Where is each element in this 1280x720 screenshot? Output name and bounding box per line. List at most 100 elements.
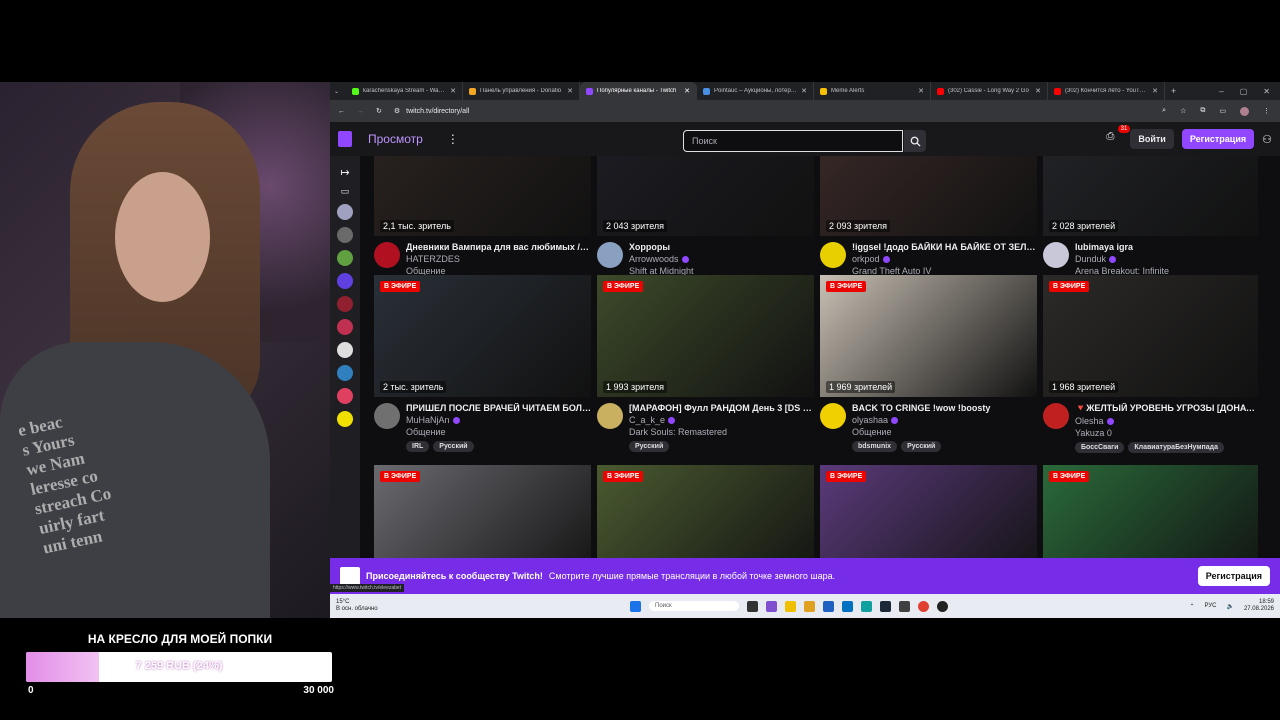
stream-card[interactable]: В ЭФИРЕ 1 993 зрителя [МАРАФОН] Фулл РАНД… bbox=[597, 275, 814, 453]
channel-name[interactable]: orkpod bbox=[852, 254, 880, 264]
stream-card[interactable]: В ЭФИРЕ 1 968 зрителей 🔻ЖЕЛТЫЙ УРОВЕНЬ УГ… bbox=[1043, 275, 1258, 453]
channel-name[interactable]: HATERZDES bbox=[406, 254, 460, 264]
channel-name[interactable]: C_a_k_e bbox=[629, 415, 665, 425]
channel-name[interactable]: MuHaNjAn bbox=[406, 415, 450, 425]
tag[interactable]: IRL bbox=[406, 441, 430, 452]
new-tab-icon[interactable]: + bbox=[1171, 86, 1176, 96]
browser-tab[interactable]: Панель управления - Donatio ✕ bbox=[463, 82, 580, 100]
menu-icon[interactable]: ⋮ bbox=[1263, 107, 1270, 116]
expand-sidebar-icon[interactable]: ↦ bbox=[340, 166, 349, 179]
browser-tab[interactable]: Meme Alerts ✕ bbox=[814, 82, 931, 100]
channel-avatar[interactable] bbox=[1043, 403, 1069, 429]
game-name[interactable]: Yakuza 0 bbox=[1075, 428, 1258, 438]
stream-title[interactable]: lubimaya igra bbox=[1075, 242, 1258, 252]
channel-avatar[interactable] bbox=[374, 242, 400, 268]
channel-name[interactable]: Dunduk bbox=[1075, 254, 1106, 264]
game-name[interactable]: Dark Souls: Remastered bbox=[629, 427, 814, 437]
stream-thumbnail[interactable]: В ЭФИРЕ bbox=[820, 465, 1037, 558]
language-indicator[interactable]: РУС bbox=[1204, 603, 1216, 609]
stream-card[interactable]: 2 028 зрителей lubimaya igra Dunduk Aren… bbox=[1043, 156, 1258, 291]
signup-button[interactable]: Регистрация bbox=[1181, 129, 1255, 149]
profile-avatar[interactable] bbox=[1240, 106, 1249, 116]
store-icon[interactable] bbox=[766, 600, 777, 612]
shield-icon[interactable] bbox=[899, 600, 910, 612]
sidebar-channel-8[interactable] bbox=[337, 365, 353, 381]
game-name[interactable]: Общение bbox=[852, 427, 1037, 437]
search-button[interactable] bbox=[904, 130, 926, 152]
tag[interactable]: Русский bbox=[629, 441, 670, 452]
stream-card[interactable]: В ЭФИРЕ bbox=[820, 465, 1037, 558]
channel-name[interactable]: Arrowwoods bbox=[629, 254, 679, 264]
stream-thumbnail[interactable]: В ЭФИРЕ 1 993 зрителя bbox=[597, 275, 814, 397]
clock[interactable]: 18:59 27.08.2026 bbox=[1244, 599, 1274, 613]
maximize-icon[interactable]: ▢ bbox=[1240, 87, 1248, 96]
tab-close-icon[interactable]: ✕ bbox=[918, 87, 924, 95]
reload-icon[interactable]: ↻ bbox=[376, 107, 382, 115]
stream-title[interactable]: [МАРАФОН] Фулл РАНДОМ День 3 [DS 1] ... bbox=[629, 403, 814, 413]
stream-thumbnail[interactable]: В ЭФИРЕ 2 тыс. зритель bbox=[374, 275, 591, 397]
stream-title[interactable]: BACK TO CRINGE !wow !boosty bbox=[852, 403, 1037, 413]
channel-avatar[interactable] bbox=[374, 403, 400, 429]
stream-thumbnail[interactable]: В ЭФИРЕ bbox=[597, 465, 814, 558]
zoom-icon[interactable]: ⌕ bbox=[1162, 107, 1166, 116]
volume-icon[interactable]: 🔈 bbox=[1226, 603, 1233, 610]
taskbar-search[interactable]: Поиск bbox=[649, 601, 739, 611]
task-view-icon[interactable] bbox=[747, 600, 758, 612]
extensions-icon[interactable]: ⧉ bbox=[1200, 107, 1205, 116]
browser-tab[interactable]: Pointauc – Аукционы, лотереи ✕ bbox=[697, 82, 814, 100]
stream-title[interactable]: Хорроры bbox=[629, 242, 814, 252]
stream-title[interactable]: !iggsel !додо БАЙКИ НА БАЙКЕ ОТ ЗЕЛЁН... bbox=[852, 242, 1037, 252]
sidebar-channel-4[interactable] bbox=[337, 273, 353, 289]
stream-card[interactable]: 2 043 зрителя Хорроры Arrowwoods Shift a… bbox=[597, 156, 814, 291]
stream-card[interactable]: 2,1 тыс. зритель Дневники Вампира для ва… bbox=[374, 156, 591, 291]
sidebar-channel-9[interactable] bbox=[337, 388, 353, 404]
tab-close-icon[interactable]: ✕ bbox=[450, 87, 456, 95]
bookmark-star-icon[interactable]: ☆ bbox=[1180, 107, 1186, 116]
user-icon[interactable]: ⚇ bbox=[1262, 133, 1272, 146]
steam-icon[interactable] bbox=[880, 600, 891, 612]
stream-card[interactable]: В ЭФИРЕ 2 тыс. зритель ПРИШЕЛ ПОСЛЕ ВРАЧЕ… bbox=[374, 275, 591, 453]
browse-link[interactable]: Просмотр bbox=[368, 132, 423, 146]
tab-close-icon[interactable]: ✕ bbox=[684, 87, 690, 95]
stream-title[interactable]: ПРИШЕЛ ПОСЛЕ ВРАЧЕЙ ЧИТАЕМ БОЛЯ... bbox=[406, 403, 591, 413]
weather-widget[interactable]: 15°C В осн. облачно bbox=[336, 599, 378, 613]
stream-thumbnail[interactable]: 2,1 тыс. зритель bbox=[374, 156, 591, 236]
channel-avatar[interactable] bbox=[820, 403, 846, 429]
video-camera-icon[interactable]: ▭ bbox=[341, 186, 350, 197]
explorer-icon[interactable] bbox=[785, 600, 796, 612]
stream-card[interactable]: В ЭФИРЕ bbox=[1043, 465, 1258, 558]
tag[interactable]: Русский bbox=[901, 441, 942, 452]
tab-list-icon[interactable]: ⌄ bbox=[334, 88, 346, 95]
stream-card[interactable]: В ЭФИРЕ 1 969 зрителей BACK TO CRINGE !wo… bbox=[820, 275, 1037, 453]
tab-close-icon[interactable]: ✕ bbox=[1152, 87, 1158, 95]
channel-avatar[interactable] bbox=[597, 242, 623, 268]
twitch-logo[interactable] bbox=[338, 131, 352, 147]
stream-card[interactable]: В ЭФИРЕ bbox=[597, 465, 814, 558]
edge-icon[interactable] bbox=[861, 600, 872, 612]
stream-thumbnail[interactable]: 2 093 зрителя bbox=[820, 156, 1037, 236]
browser-tab[interactable]: (302) Cassie - Long Way 2 Go ✕ bbox=[931, 82, 1048, 100]
sidebar-channel-5[interactable] bbox=[337, 296, 353, 312]
sidebar-channel-6[interactable] bbox=[337, 319, 353, 335]
search-input[interactable]: Поиск bbox=[683, 130, 903, 152]
notifications-button[interactable]: ⎙ 31 bbox=[1106, 125, 1131, 147]
stream-thumbnail[interactable]: 2 043 зрителя bbox=[597, 156, 814, 236]
browser-tab[interactable]: Популярные каналы - Twitch ✕ bbox=[580, 82, 697, 100]
sidebar-icon[interactable]: ▭ bbox=[1219, 107, 1226, 116]
tag[interactable]: bdsmunix bbox=[852, 441, 898, 452]
game-name[interactable]: Общение bbox=[406, 427, 591, 437]
start-icon[interactable] bbox=[630, 600, 641, 612]
channel-avatar[interactable] bbox=[820, 242, 846, 268]
channel-avatar[interactable] bbox=[1043, 242, 1069, 268]
tray-expand-icon[interactable]: ⌃ bbox=[1189, 603, 1194, 610]
tab-close-icon[interactable]: ✕ bbox=[801, 87, 807, 95]
stream-card[interactable]: В ЭФИРЕ bbox=[374, 465, 591, 558]
login-button[interactable]: Войти bbox=[1130, 129, 1174, 149]
close-window-icon[interactable]: ✕ bbox=[1263, 87, 1270, 96]
stream-thumbnail[interactable]: 2 028 зрителей bbox=[1043, 156, 1258, 236]
stream-card[interactable]: 2 093 зрителя !iggsel !додо БАЙКИ НА БАЙ… bbox=[820, 156, 1037, 291]
site-info-icon[interactable]: ⚙ bbox=[394, 107, 400, 115]
stream-thumbnail[interactable]: В ЭФИРЕ 1 968 зрителей bbox=[1043, 275, 1258, 397]
channel-name[interactable]: olyashaa bbox=[852, 415, 888, 425]
sidebar-channel-1[interactable] bbox=[337, 204, 353, 220]
